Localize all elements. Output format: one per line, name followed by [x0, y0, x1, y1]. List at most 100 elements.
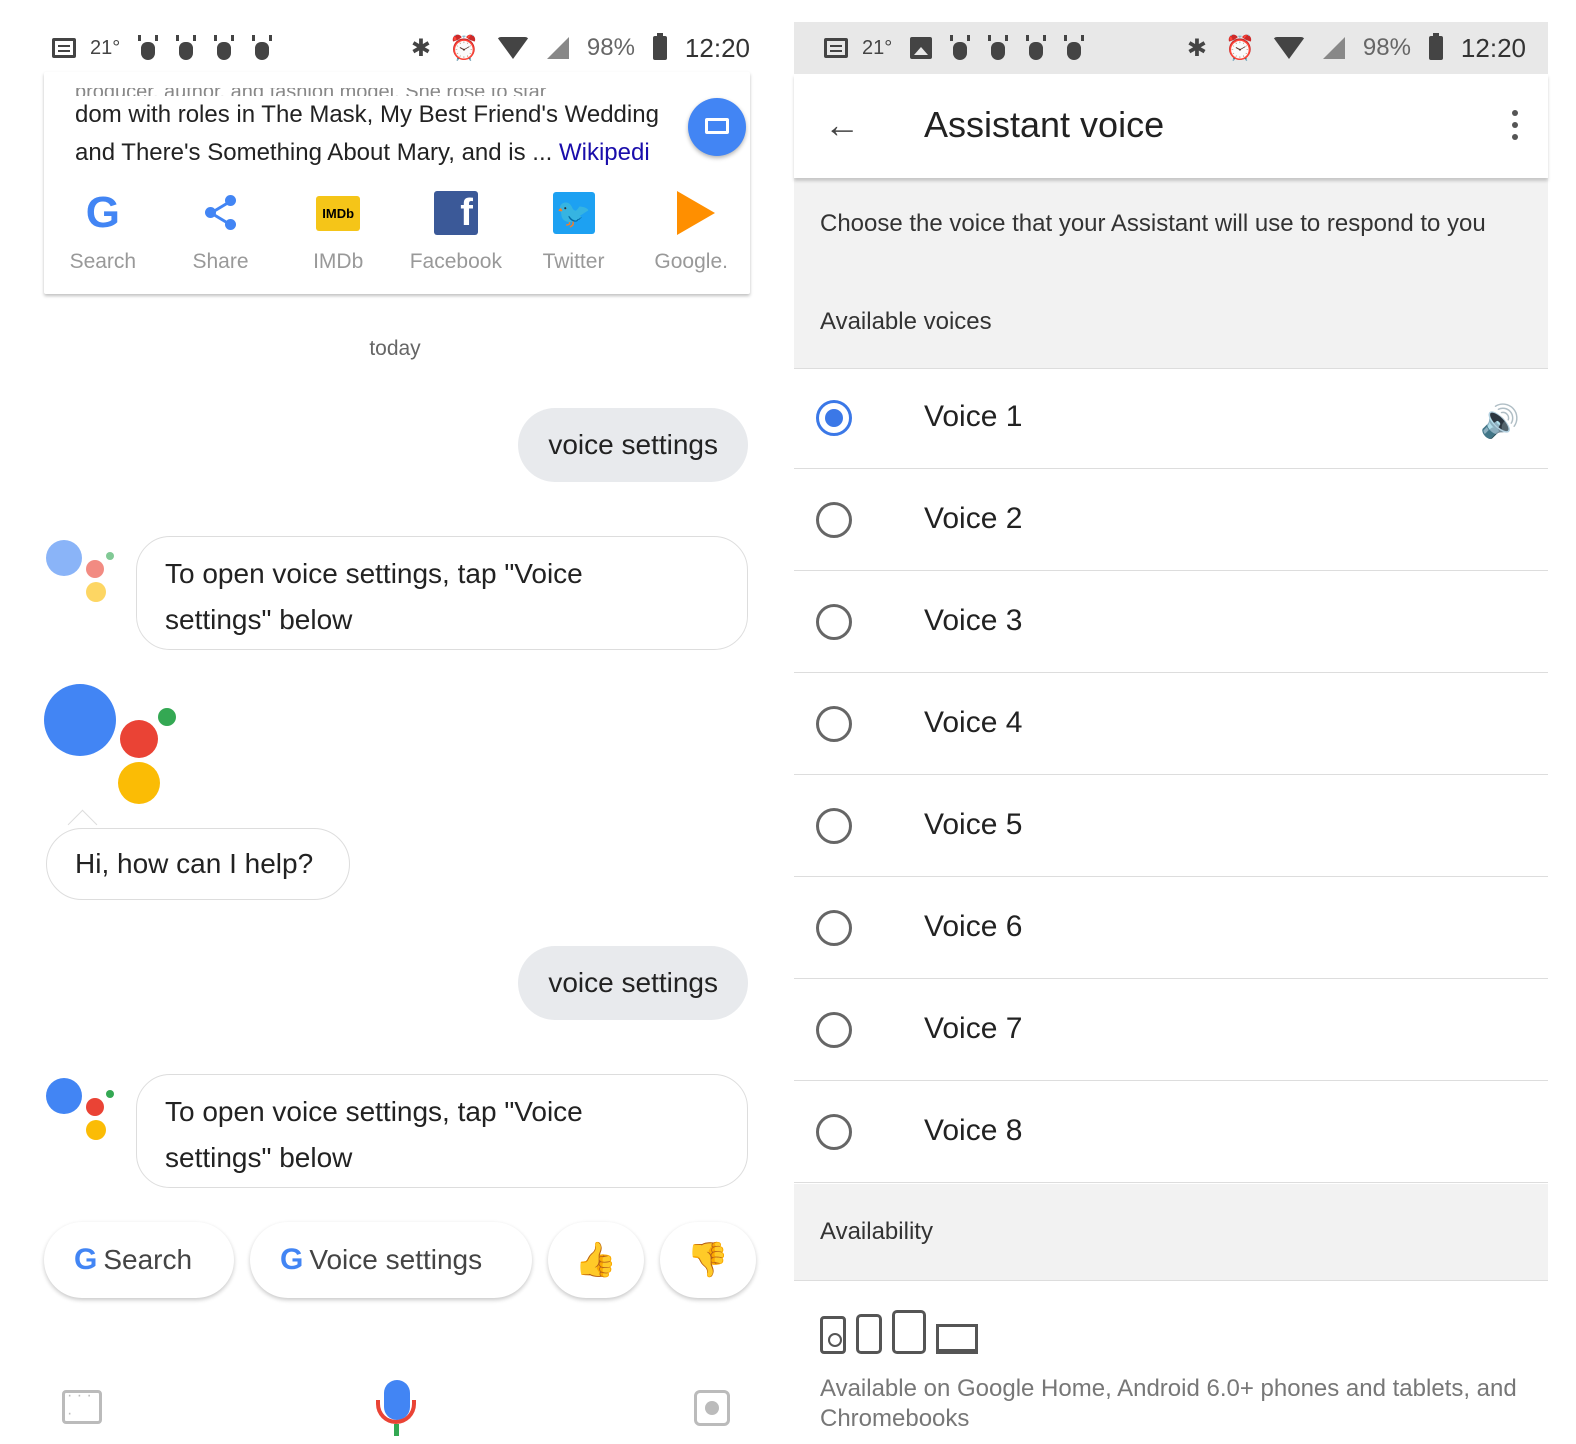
voice-description: Choose the voice that your Assistant wil…	[820, 210, 1486, 237]
voice-label: Voice 8	[924, 1114, 1023, 1147]
thumbs-up-button[interactable]: 👍	[548, 1222, 644, 1298]
action-label: Share	[192, 250, 249, 273]
battery-icon	[652, 33, 667, 60]
wikipedia-result-card[interactable]: producer, author, and fashion model. She…	[44, 72, 750, 294]
assistant-conversation-panel: 21° ✱ ⏰ 98% 12:20 producer, author, and …	[0, 0, 790, 1444]
action-facebook[interactable]: f Facebook	[397, 190, 515, 274]
radio-selected-icon[interactable]	[816, 400, 852, 436]
lens-icon[interactable]	[694, 1390, 730, 1426]
bug-icon	[1064, 35, 1085, 61]
notes-icon	[824, 38, 848, 58]
result-snippet: producer, author, and fashion model. She…	[75, 88, 715, 172]
keyboard-icon[interactable]	[62, 1387, 102, 1424]
action-twitter[interactable]: 🐦 Twitter	[515, 190, 633, 274]
bug-icon	[252, 35, 273, 61]
voice-label: Voice 7	[924, 1012, 1023, 1045]
clock: 12:20	[684, 32, 750, 63]
google-home-icon	[820, 1316, 846, 1354]
snippet-clipped-line: producer, author, and fashion model. She…	[75, 88, 715, 96]
status-bar: 21° ✱ ⏰ 98% 12:20	[794, 22, 1548, 74]
assistant-message-line-1: To open voice settings, tap "Voice	[165, 558, 583, 589]
back-arrow-icon[interactable]: ←	[824, 107, 860, 143]
assistant-message-line-2: settings" below	[165, 604, 353, 635]
action-label: IMDb	[313, 250, 364, 273]
radio-unselected-icon[interactable]	[816, 604, 852, 640]
notes-icon	[52, 38, 76, 58]
google-play-icon	[677, 191, 716, 235]
action-label: Google.	[654, 250, 728, 273]
battery-percent: 98%	[1362, 34, 1411, 61]
wikipedia-link[interactable]: Wikipedi	[559, 139, 650, 166]
radio-unselected-icon[interactable]	[816, 910, 852, 946]
google-g-icon: G	[74, 1243, 98, 1276]
radio-unselected-icon[interactable]	[816, 1012, 852, 1048]
action-label: Facebook	[409, 250, 502, 273]
user-message: voice settings	[518, 946, 748, 1020]
bluetooth-icon: ✱	[410, 34, 431, 62]
radio-unselected-icon[interactable]	[816, 706, 852, 742]
share-actions-row: G Search Share IMDb IMDb f Facebook 🐦 Tw…	[44, 188, 750, 274]
search-chip[interactable]: G Search	[44, 1222, 234, 1298]
device-icons	[820, 1310, 978, 1354]
voice-label: Voice 4	[924, 706, 1023, 739]
voice-label: Voice 1	[924, 400, 1023, 433]
thumbs-up-icon: 👍	[574, 1241, 618, 1279]
facebook-icon: f	[433, 191, 478, 235]
keyboard-fab-icon[interactable]	[688, 98, 746, 156]
imdb-icon: IMDb	[316, 195, 361, 231]
signal-icon	[546, 37, 569, 59]
available-voices-header: Available voices	[820, 308, 992, 335]
bug-icon	[214, 35, 235, 61]
voice-option[interactable]: Voice 7	[794, 980, 1548, 1081]
availability-text: Available on Google Home, Android 6.0+ p…	[820, 1375, 1517, 1432]
assistant-message: To open voice settings, tap "Voice setti…	[136, 1074, 748, 1188]
voice-option[interactable]: Voice 4	[794, 674, 1548, 775]
battery-percent: 98%	[586, 34, 635, 61]
voice-option[interactable]: Voice 5	[794, 776, 1548, 877]
google-g-icon: G	[85, 188, 120, 237]
snippet-line-1: dom with roles in The Mask, My Best Frie…	[75, 101, 659, 128]
assistant-message: To open voice settings, tap "Voice setti…	[136, 536, 748, 650]
chromebook-icon	[936, 1324, 978, 1354]
voice-description-section: Choose the voice that your Assistant wil…	[794, 178, 1548, 369]
microphone-base	[376, 1400, 416, 1424]
thumbs-down-button[interactable]: 👎	[660, 1222, 756, 1298]
bug-icon	[988, 35, 1009, 61]
action-google-play[interactable]: Google.	[632, 190, 750, 274]
voice-option[interactable]: Voice 1 🔊	[794, 368, 1548, 469]
assistant-logo-small-icon	[44, 538, 114, 608]
assistant-voice-settings-panel: 21° ✱ ⏰ 98% 12:20 ← Assistant voice Choo…	[794, 0, 1548, 1444]
phone-icon	[856, 1314, 882, 1354]
tablet-icon	[892, 1310, 926, 1354]
voice-option[interactable]: Voice 8	[794, 1082, 1548, 1183]
radio-unselected-icon[interactable]	[816, 502, 852, 538]
radio-unselected-icon[interactable]	[816, 808, 852, 844]
voice-settings-chip[interactable]: G Voice settings	[250, 1222, 532, 1298]
action-label: Search	[69, 250, 137, 273]
voice-label: Voice 2	[924, 502, 1023, 535]
bug-icon	[1026, 35, 1047, 61]
action-share[interactable]: Share	[162, 190, 280, 274]
voice-option[interactable]: Voice 6	[794, 878, 1548, 979]
date-divider: today	[369, 337, 421, 360]
page-title: Assistant voice	[924, 104, 1165, 145]
wifi-icon	[496, 37, 529, 59]
thumbs-down-icon: 👎	[686, 1241, 730, 1279]
chip-label: Voice settings	[309, 1244, 483, 1275]
speaker-icon[interactable]: 🔊	[1480, 402, 1520, 440]
app-bar: ← Assistant voice	[794, 74, 1548, 178]
voice-option[interactable]: Voice 3	[794, 572, 1548, 673]
bug-icon	[176, 35, 197, 61]
voice-label: Voice 5	[924, 808, 1023, 841]
more-options-icon[interactable]	[1512, 110, 1518, 146]
action-imdb[interactable]: IMDb IMDb	[279, 190, 397, 274]
voice-label: Voice 3	[924, 604, 1023, 637]
chip-label: Search	[103, 1244, 193, 1275]
share-icon	[203, 195, 239, 231]
radio-unselected-icon[interactable]	[816, 1114, 852, 1150]
user-message: voice settings	[518, 408, 748, 482]
assistant-message-line-1: To open voice settings, tap "Voice	[165, 1096, 583, 1127]
voice-option[interactable]: Voice 2	[794, 470, 1548, 571]
action-search[interactable]: G Search	[44, 188, 162, 274]
image-icon	[910, 37, 933, 59]
